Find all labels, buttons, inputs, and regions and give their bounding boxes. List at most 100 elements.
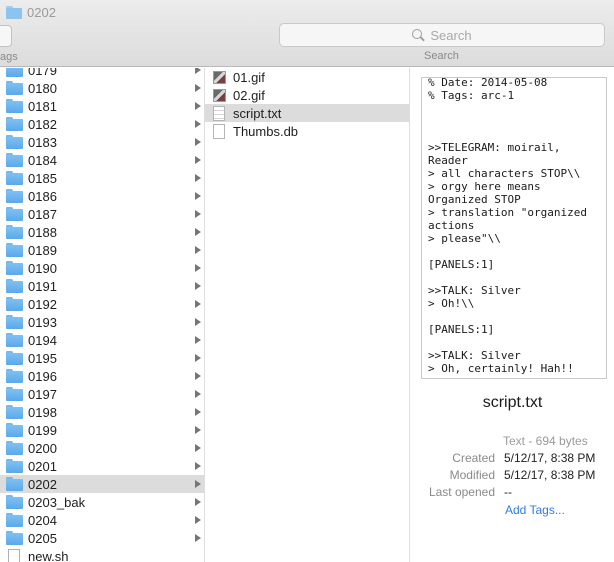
- folder-item[interactable]: 0200: [0, 439, 204, 457]
- chevron-right-icon: [195, 444, 201, 452]
- folder-icon: [6, 279, 23, 293]
- add-tags-link[interactable]: Add Tags...: [505, 503, 565, 517]
- files-column[interactable]: 01.gif 02.gif script.txt Thumbs.db: [205, 68, 410, 562]
- chevron-right-icon: [195, 68, 201, 74]
- chevron-right-icon: [195, 408, 201, 416]
- item-label: 0193: [28, 314, 57, 330]
- folder-item[interactable]: 0194: [0, 331, 204, 349]
- folder-icon: [6, 333, 23, 347]
- folder-item[interactable]: 0196: [0, 367, 204, 385]
- folder-item[interactable]: 0180: [0, 79, 204, 97]
- folder-item[interactable]: 0203_bak: [0, 493, 204, 511]
- folder-icon: [6, 171, 23, 185]
- file-kind: Text - 694 bytes: [503, 434, 588, 448]
- item-label: 0194: [28, 332, 57, 348]
- file-item[interactable]: 02.gif: [205, 86, 409, 104]
- file-item[interactable]: Thumbs.db: [205, 122, 409, 140]
- folder-item[interactable]: 0205: [0, 529, 204, 547]
- folder-item[interactable]: 0181: [0, 97, 204, 115]
- chevron-right-icon: [195, 534, 201, 542]
- folder-item[interactable]: 0184: [0, 151, 204, 169]
- view-button[interactable]: [0, 25, 12, 47]
- folder-icon: [6, 81, 23, 95]
- folder-icon: [6, 315, 23, 329]
- search-input[interactable]: Search: [279, 23, 605, 47]
- item-label: script.txt: [233, 105, 282, 121]
- folder-item[interactable]: 0186: [0, 187, 204, 205]
- folder-icon: [6, 387, 23, 401]
- modified-value: 5/12/17, 8:38 PM: [504, 468, 596, 482]
- chevron-right-icon: [195, 174, 201, 182]
- item-label: 0183: [28, 134, 57, 150]
- folder-item[interactable]: 0193: [0, 313, 204, 331]
- folder-item[interactable]: 0188: [0, 223, 204, 241]
- folder-item[interactable]: 0179: [0, 68, 204, 79]
- item-label: 0184: [28, 152, 57, 168]
- file-item[interactable]: new.sh: [0, 547, 204, 562]
- folder-item[interactable]: 0183: [0, 133, 204, 151]
- window-title-text: 0202: [27, 4, 56, 20]
- chevron-right-icon: [195, 102, 201, 110]
- chevron-right-icon: [195, 480, 201, 488]
- tags-label: ags: [0, 51, 18, 63]
- folder-item[interactable]: 0201: [0, 457, 204, 475]
- file-item[interactable]: script.txt: [205, 104, 409, 122]
- created-row: Created 5/12/17, 8:38 PM: [411, 451, 614, 468]
- folder-icon: [6, 5, 22, 19]
- folder-icon: [6, 495, 23, 509]
- file-item[interactable]: 01.gif: [205, 68, 409, 86]
- folder-icon: [6, 189, 23, 203]
- item-label: 0185: [28, 170, 57, 186]
- folder-icon: [6, 261, 23, 275]
- last-opened-label: Last opened: [428, 485, 495, 499]
- chevron-right-icon: [195, 210, 201, 218]
- preview-pane: % Date: 2014-05-08 % Tags: arc-1 >>TELEG…: [411, 68, 614, 562]
- item-label: 0196: [28, 368, 57, 384]
- chevron-right-icon: [195, 228, 201, 236]
- item-label: Thumbs.db: [233, 123, 299, 139]
- folder-icon: [6, 225, 23, 239]
- search-caption: Search: [424, 50, 459, 62]
- gif-icon: [213, 70, 226, 84]
- chevron-right-icon: [195, 354, 201, 362]
- modified-row: Modified 5/12/17, 8:38 PM: [411, 468, 614, 485]
- folder-item[interactable]: 0191: [0, 277, 204, 295]
- preview-file-name: script.txt: [482, 394, 543, 411]
- folder-icon: [6, 441, 23, 455]
- kind-row: Text - 694 bytes: [411, 434, 614, 451]
- folder-item[interactable]: 0190: [0, 259, 204, 277]
- item-label: new.sh: [28, 548, 69, 562]
- item-label: 0204: [28, 512, 57, 528]
- folder-icon: [6, 243, 23, 257]
- folder-item[interactable]: 0185: [0, 169, 204, 187]
- folder-item[interactable]: 0187: [0, 205, 204, 223]
- window-title: 0202: [6, 3, 56, 21]
- folder-icon: [6, 351, 23, 365]
- folder-item[interactable]: 0192: [0, 295, 204, 313]
- folder-item[interactable]: 0199: [0, 421, 204, 439]
- folder-icon: [6, 117, 23, 131]
- chevron-right-icon: [195, 372, 201, 380]
- folder-icon: [6, 369, 23, 383]
- folder-column[interactable]: 0179 0180 0181 0182 0183 0184 0185 0186 0187 0188…: [0, 68, 205, 562]
- folder-icon: [6, 423, 23, 437]
- item-label: 0197: [28, 386, 57, 402]
- folder-item[interactable]: 0202: [0, 475, 204, 493]
- file-preview[interactable]: % Date: 2014-05-08 % Tags: arc-1 >>TELEG…: [421, 77, 607, 379]
- folder-item[interactable]: 0204: [0, 511, 204, 529]
- folder-item[interactable]: 0197: [0, 385, 204, 403]
- folder-item[interactable]: 0198: [0, 403, 204, 421]
- folder-icon: [6, 513, 23, 527]
- item-label: 0205: [28, 530, 57, 546]
- item-label: 0189: [28, 242, 57, 258]
- item-label: 0195: [28, 350, 57, 366]
- folder-icon: [6, 207, 23, 221]
- folder-item[interactable]: 0189: [0, 241, 204, 259]
- folder-item[interactable]: 0195: [0, 349, 204, 367]
- folder-item[interactable]: 0182: [0, 115, 204, 133]
- folder-icon: [6, 99, 23, 113]
- item-label: 0203_bak: [28, 494, 86, 510]
- chevron-right-icon: [195, 192, 201, 200]
- folder-icon: [6, 477, 23, 491]
- item-label: 0202: [28, 476, 57, 492]
